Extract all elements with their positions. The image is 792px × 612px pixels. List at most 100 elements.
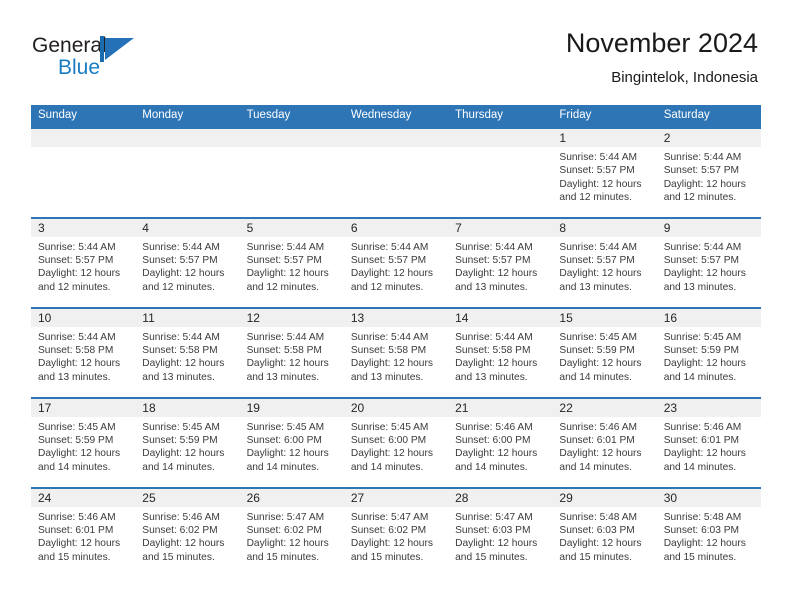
day-details: Sunrise: 5:44 AM Sunset: 5:57 PM Daylight:… (240, 237, 344, 295)
calendar-cell-empty (31, 126, 136, 218)
calendar-day-cell[interactable]: 20 Sunrise: 5:45 AM Sunset: 6:00 PM Dayligh… (343, 396, 449, 488)
daylight-text-line1: Daylight: 12 hours (246, 448, 329, 460)
daylight-text-line1: Daylight: 12 hours (559, 538, 642, 550)
calendar-day-cell[interactable]: 7 Sunrise: 5:44 AM Sunset: 5:57 PM Daylight… (448, 216, 553, 308)
daylight-text-line2: and 14 minutes. (455, 461, 528, 473)
sunrise-text: Sunrise: 5:44 AM (455, 241, 533, 253)
calendar-day-cell[interactable]: 15 Sunrise: 5:45 AM Sunset: 5:59 PM Dayligh… (552, 306, 657, 398)
calendar-header-row: Sunday Monday Tuesday Wednesday Thursday Frid… (31, 105, 761, 128)
sunrise-text: Sunrise: 5:44 AM (142, 241, 220, 253)
calendar-day-cell[interactable]: 22 Sunrise: 5:46 AM Sunset: 6:01 PM Dayligh… (552, 396, 657, 488)
day-number: 30 (656, 488, 761, 507)
sunset-text: Sunset: 6:01 PM (559, 434, 635, 446)
day-number: 12 (239, 308, 344, 327)
day-number: 17 (31, 398, 136, 417)
sunrise-text: Sunrise: 5:46 AM (559, 421, 637, 433)
calendar-day-cell[interactable]: 17 Sunrise: 5:45 AM Sunset: 5:59 PM Dayligh… (31, 396, 136, 488)
calendar-day-cell[interactable]: 28 Sunrise: 5:47 AM Sunset: 6:03 PM Dayligh… (448, 486, 553, 578)
day-number (135, 129, 240, 147)
calendar-day-cell[interactable]: 24 Sunrise: 5:46 AM Sunset: 6:01 PM Dayligh… (31, 486, 136, 578)
weekday-header-wednesday: Wednesday (343, 105, 449, 128)
calendar-week-row: 17 Sunrise: 5:45 AM Sunset: 5:59 PM Dayligh… (31, 396, 761, 488)
sunset-text: Sunset: 6:03 PM (455, 524, 531, 536)
calendar-day-cell[interactable]: 1 Sunrise: 5:44 AM Sunset: 5:57 PM Daylight… (552, 126, 657, 218)
daylight-text-line2: and 13 minutes. (663, 281, 737, 293)
day-number: 26 (239, 488, 344, 507)
day-number: 25 (135, 488, 240, 507)
day-number: 22 (552, 398, 657, 417)
calendar-day-cell[interactable]: 5 Sunrise: 5:44 AM Sunset: 5:57 PM Daylight… (239, 216, 344, 308)
sunset-text: Sunset: 5:57 PM (38, 254, 114, 266)
daylight-text-line2: and 14 minutes. (663, 461, 737, 473)
daylight-text-line2: and 13 minutes. (246, 371, 320, 383)
calendar-page: General Blue November 2024 Bingintelok, … (0, 0, 792, 612)
day-details: Sunrise: 5:44 AM Sunset: 5:57 PM Daylight:… (31, 237, 135, 295)
sunset-text: Sunset: 5:57 PM (663, 165, 740, 177)
calendar-day-cell[interactable]: 18 Sunrise: 5:45 AM Sunset: 5:59 PM Dayligh… (135, 396, 240, 488)
day-details: Sunrise: 5:46 AM Sunset: 6:01 PM Daylight:… (657, 417, 761, 475)
calendar-day-cell[interactable]: 6 Sunrise: 5:44 AM Sunset: 5:57 PM Daylight… (343, 216, 449, 308)
brand-logo[interactable]: General Blue (32, 34, 152, 86)
day-details: Sunrise: 5:48 AM Sunset: 6:03 PM Daylight:… (657, 507, 761, 565)
day-number: 15 (552, 308, 657, 327)
calendar-day-cell[interactable]: 23 Sunrise: 5:46 AM Sunset: 6:01 PM Dayligh… (656, 396, 761, 488)
calendar-day-cell[interactable]: 9 Sunrise: 5:44 AM Sunset: 5:57 PM Daylight… (656, 216, 761, 308)
calendar-day-cell[interactable]: 16 Sunrise: 5:45 AM Sunset: 5:59 PM Dayligh… (656, 306, 761, 398)
daylight-text-line2: and 12 minutes. (246, 281, 320, 293)
day-details: Sunrise: 5:45 AM Sunset: 5:59 PM Daylight:… (657, 327, 761, 385)
sunset-text: Sunset: 5:58 PM (246, 344, 322, 356)
calendar-day-cell[interactable]: 21 Sunrise: 5:46 AM Sunset: 6:00 PM Dayligh… (448, 396, 553, 488)
daylight-text-line1: Daylight: 12 hours (350, 538, 433, 550)
day-details: Sunrise: 5:46 AM Sunset: 6:01 PM Daylight:… (31, 507, 135, 565)
calendar-day-cell[interactable]: 29 Sunrise: 5:48 AM Sunset: 6:03 PM Dayligh… (552, 486, 657, 578)
daylight-text-line2: and 13 minutes. (455, 281, 528, 293)
daylight-text-line1: Daylight: 12 hours (455, 538, 538, 550)
day-number (31, 129, 136, 147)
calendar-day-cell[interactable]: 8 Sunrise: 5:44 AM Sunset: 5:57 PM Daylight… (552, 216, 657, 308)
calendar-day-cell[interactable]: 30 Sunrise: 5:48 AM Sunset: 6:03 PM Dayligh… (656, 486, 761, 578)
daylight-text-line2: and 14 minutes. (246, 461, 320, 473)
calendar-day-cell[interactable]: 27 Sunrise: 5:47 AM Sunset: 6:02 PM Dayligh… (343, 486, 449, 578)
sunset-text: Sunset: 5:58 PM (455, 344, 531, 356)
sunset-text: Sunset: 5:58 PM (38, 344, 114, 356)
daylight-text-line1: Daylight: 12 hours (559, 268, 642, 280)
calendar-day-cell[interactable]: 26 Sunrise: 5:47 AM Sunset: 6:02 PM Dayligh… (239, 486, 344, 578)
calendar-day-cell[interactable]: 12 Sunrise: 5:44 AM Sunset: 5:58 PM Dayligh… (239, 306, 344, 398)
daylight-text-line1: Daylight: 12 hours (350, 448, 433, 460)
calendar-day-cell[interactable]: 10 Sunrise: 5:44 AM Sunset: 5:58 PM Dayligh… (31, 306, 136, 398)
calendar-day-cell[interactable]: 11 Sunrise: 5:44 AM Sunset: 5:58 PM Dayligh… (135, 306, 240, 398)
day-number: 2 (656, 129, 761, 147)
calendar-day-cell[interactable]: 4 Sunrise: 5:44 AM Sunset: 5:57 PM Daylight… (135, 216, 240, 308)
sunset-text: Sunset: 5:59 PM (663, 344, 740, 356)
sunset-text: Sunset: 6:00 PM (455, 434, 531, 446)
logo-bar-shape (100, 36, 104, 62)
calendar-day-cell[interactable]: 13 Sunrise: 5:44 AM Sunset: 5:58 PM Dayligh… (343, 306, 449, 398)
sunset-text: Sunset: 6:00 PM (246, 434, 322, 446)
weekday-header-sunday: Sunday (31, 105, 136, 128)
sunset-text: Sunset: 5:57 PM (350, 254, 427, 266)
page-header: General Blue November 2024 Bingintelok, … (0, 26, 792, 96)
day-number (448, 129, 553, 147)
sunrise-text: Sunrise: 5:47 AM (246, 511, 325, 523)
weekday-header-monday: Monday (135, 105, 240, 128)
weekday-header-thursday: Thursday (448, 105, 553, 128)
day-details: Sunrise: 5:44 AM Sunset: 5:57 PM Daylight:… (135, 237, 239, 295)
calendar-day-cell[interactable]: 19 Sunrise: 5:45 AM Sunset: 6:00 PM Dayligh… (239, 396, 344, 488)
calendar-day-cell[interactable]: 2 Sunrise: 5:44 AM Sunset: 5:57 PM Daylight… (656, 126, 761, 218)
calendar-day-cell[interactable]: 25 Sunrise: 5:46 AM Sunset: 6:02 PM Dayligh… (135, 486, 240, 578)
daylight-text-line2: and 14 minutes. (38, 461, 111, 473)
sunset-text: Sunset: 5:59 PM (142, 434, 218, 446)
calendar-day-cell[interactable]: 14 Sunrise: 5:44 AM Sunset: 5:58 PM Dayligh… (448, 306, 553, 398)
day-details: Sunrise: 5:44 AM Sunset: 5:57 PM Daylight:… (657, 237, 761, 295)
daylight-text-line2: and 14 minutes. (350, 461, 424, 473)
sunrise-text: Sunrise: 5:44 AM (246, 331, 325, 343)
day-number: 1 (552, 129, 657, 147)
sunrise-text: Sunrise: 5:46 AM (38, 511, 116, 523)
calendar-week-row: 10 Sunrise: 5:44 AM Sunset: 5:58 PM Dayligh… (31, 306, 761, 398)
day-details: Sunrise: 5:44 AM Sunset: 5:58 PM Daylight:… (240, 327, 344, 385)
day-number: 28 (448, 488, 553, 507)
sunrise-text: Sunrise: 5:46 AM (663, 421, 742, 433)
sunrise-text: Sunrise: 5:44 AM (455, 331, 533, 343)
sunset-text: Sunset: 5:57 PM (559, 254, 635, 266)
calendar-day-cell[interactable]: 3 Sunrise: 5:44 AM Sunset: 5:57 PM Daylight… (31, 216, 136, 308)
